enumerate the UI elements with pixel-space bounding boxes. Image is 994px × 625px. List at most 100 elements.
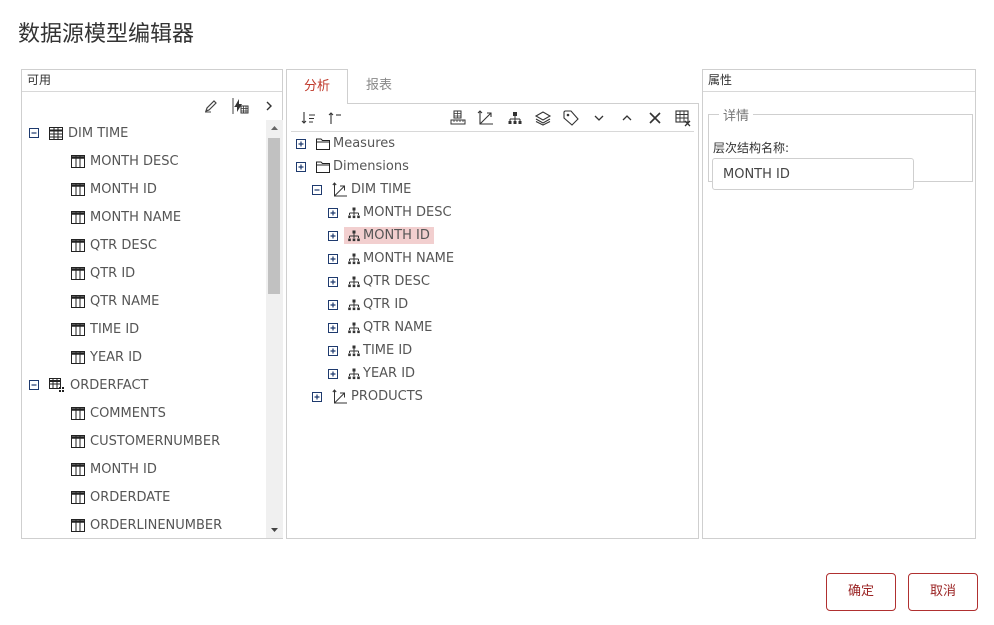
properties-panel: 属性 详情 层次结构名称: [702, 69, 976, 539]
tree-item-label: TIME ID [90, 321, 140, 337]
model-tabs: 分析 报表 [286, 69, 699, 104]
tree-item-qtr-name[interactable]: QTR NAME [71, 290, 159, 312]
model-tree-item-qtr-name[interactable]: QTR NAME [328, 317, 436, 338]
folder-icon [316, 138, 330, 150]
tree-item-time-id[interactable]: TIME ID [71, 318, 139, 340]
chevron-down-icon[interactable] [590, 109, 608, 127]
hierarchy-icon [348, 207, 360, 219]
scrollbar-thumb[interactable] [268, 138, 280, 294]
tab-analysis[interactable]: 分析 [286, 69, 348, 104]
expand-toggle-icon[interactable] [296, 161, 306, 172]
tree-item-qtr-desc[interactable]: QTR DESC [71, 234, 157, 256]
expand-toggle-icon[interactable] [328, 253, 338, 264]
model-tree-item-label: QTR DESC [363, 274, 430, 289]
table-icon [49, 126, 63, 140]
scroll-down-icon[interactable] [270, 525, 279, 534]
model-tree-item-label: YEAR ID [363, 366, 416, 381]
column-icon [71, 322, 85, 336]
hierarchy-icon [348, 345, 360, 357]
model-tree-item-label: QTR ID [363, 297, 409, 312]
tag-icon[interactable] [562, 109, 580, 127]
collapse-toggle-icon[interactable] [312, 184, 322, 195]
measure-icon[interactable] [449, 109, 467, 127]
model-tree-item-label: Dimensions [333, 159, 409, 174]
expand-toggle-icon[interactable] [328, 276, 338, 287]
close-icon[interactable] [646, 109, 664, 127]
hierarchy-name-input[interactable] [712, 158, 914, 190]
vertical-scrollbar[interactable] [266, 120, 283, 538]
tree-item-customernumber[interactable]: CUSTOMERNUMBER [71, 430, 220, 452]
tree-item-orderdate[interactable]: ORDERDATE [71, 486, 170, 508]
tree-item-orderlinenumber[interactable]: ORDERLINENUMBER [71, 514, 222, 536]
hierarchy-icon [348, 299, 360, 311]
tree-item-label: COMMENTS [90, 405, 166, 421]
tree-item-label: QTR DESC [90, 237, 157, 253]
tree-item-month-desc[interactable]: MONTH DESC [71, 150, 179, 172]
column-icon [71, 210, 85, 224]
hierarchy-icon[interactable] [506, 109, 524, 127]
pencil-icon[interactable] [202, 97, 220, 115]
available-panel-header: 可用 [22, 70, 282, 92]
tree-item-label: ORDERFACT [70, 377, 149, 393]
tree-item-label: QTR ID [90, 265, 136, 281]
fact-table-icon [49, 378, 65, 392]
model-tree-item-month-id[interactable]: MONTH ID [328, 225, 434, 246]
chevron-up-icon[interactable] [618, 109, 636, 127]
model-tree-item-month-desc[interactable]: MONTH DESC [328, 202, 456, 223]
scroll-up-icon[interactable] [270, 124, 279, 133]
model-tree-item-qtr-desc[interactable]: QTR DESC [328, 271, 434, 292]
tree-item-month-id[interactable]: MONTH ID [71, 178, 157, 200]
sort-up-icon[interactable] [327, 109, 345, 127]
details-legend: 详情 [723, 109, 750, 124]
model-tree-item-measures[interactable]: Measures [296, 133, 399, 154]
model-tree-item-year-id[interactable]: YEAR ID [328, 363, 419, 384]
collapse-toggle-icon[interactable] [29, 380, 39, 390]
tree-item-orderfact[interactable]: ORDERFACT [29, 374, 149, 396]
expand-toggle-icon[interactable] [328, 207, 338, 218]
tree-item-dim-time[interactable]: DIM TIME [29, 122, 128, 144]
expand-toggle-icon[interactable] [328, 368, 338, 379]
model-tree-item-month-name[interactable]: MONTH NAME [328, 248, 458, 269]
tree-item-month-name[interactable]: MONTH NAME [71, 206, 181, 228]
table-delete-icon[interactable] [674, 109, 692, 127]
expand-toggle-icon[interactable] [312, 391, 322, 402]
model-tree-item-dim-time[interactable]: DIM TIME [312, 179, 415, 200]
collapse-toggle-icon[interactable] [29, 128, 39, 138]
chevron-right-icon[interactable] [260, 97, 278, 115]
tab-reporting[interactable]: 报表 [348, 69, 410, 104]
tree-item-month-id[interactable]: MONTH ID [71, 458, 157, 480]
expand-toggle-icon[interactable] [328, 299, 338, 310]
model-panel: 分析 报表 Measures Dimensions DIM TIME MONTH… [286, 69, 699, 539]
hierarchy-icon [348, 253, 360, 265]
tree-item-comments[interactable]: COMMENTS [71, 402, 166, 424]
dimension-icon [332, 388, 348, 405]
expand-toggle-icon[interactable] [296, 138, 306, 149]
ok-button[interactable]: 确定 [826, 573, 896, 611]
model-tree-item-label: MONTH NAME [363, 251, 455, 266]
expand-toggle-icon[interactable] [328, 345, 338, 356]
tree-item-year-id[interactable]: YEAR ID [71, 346, 142, 368]
available-panel: 可用 DIM TIME MONTH DESC MONTH ID MONTH NAME Q… [21, 69, 283, 539]
model-tree-item-products[interactable]: PRODUCTS [312, 386, 427, 407]
model-body: Measures Dimensions DIM TIME MONTH DESC MONT… [286, 103, 699, 539]
expand-toggle-icon[interactable] [328, 322, 338, 333]
layers-icon[interactable] [534, 109, 552, 127]
column-icon [71, 350, 85, 364]
dimension-icon[interactable] [477, 109, 495, 127]
model-tree-item-label: PRODUCTS [351, 389, 423, 404]
sort-down-icon[interactable] [300, 109, 318, 127]
hierarchy-icon [348, 322, 360, 334]
model-tree-item-time-id[interactable]: TIME ID [328, 340, 416, 361]
tree-item-label: MONTH ID [90, 181, 157, 197]
calculated-field-icon[interactable] [231, 97, 249, 115]
expand-toggle-icon[interactable] [328, 230, 338, 241]
model-tree-item-label: QTR NAME [363, 320, 433, 335]
model-tree-item-qtr-id[interactable]: QTR ID [328, 294, 412, 315]
column-icon [71, 490, 85, 504]
tree-item-qtr-id[interactable]: QTR ID [71, 262, 135, 284]
details-fieldset: 详情 层次结构名称: [708, 105, 973, 190]
cancel-button[interactable]: 取消 [908, 573, 978, 611]
column-icon [71, 182, 85, 196]
model-tree-item-dimensions[interactable]: Dimensions [296, 156, 413, 177]
model-tree-item-label: Measures [333, 136, 396, 151]
